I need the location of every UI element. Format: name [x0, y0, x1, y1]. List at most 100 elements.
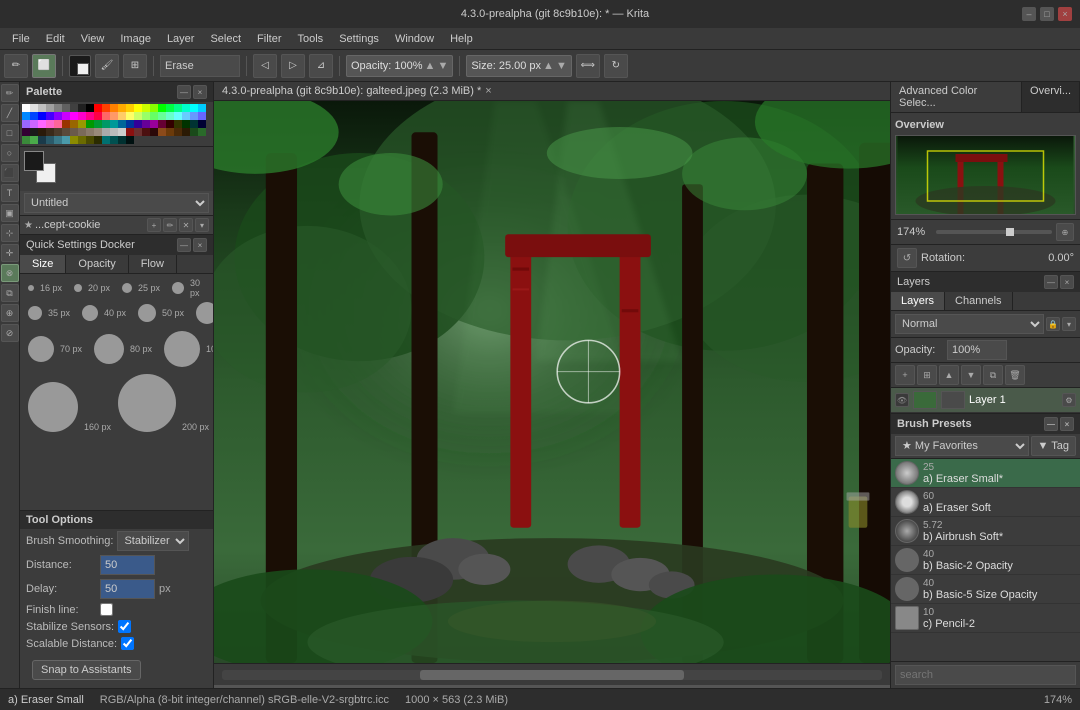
- color-swatch[interactable]: [118, 120, 126, 128]
- minimize-button[interactable]: –: [1022, 7, 1036, 21]
- brush-dot-25[interactable]: [122, 283, 132, 293]
- brush-dot-160[interactable]: [28, 382, 78, 432]
- color-swatch[interactable]: [22, 104, 30, 112]
- preset-eraser-soft[interactable]: 60 a) Eraser Soft: [891, 488, 1080, 517]
- color-swatch[interactable]: [158, 104, 166, 112]
- brush-set-delete-button[interactable]: ✕: [179, 218, 193, 232]
- tool-freehand[interactable]: ✏: [1, 84, 19, 102]
- color-swatch[interactable]: [174, 112, 182, 120]
- brush-dot-200[interactable]: [118, 374, 176, 432]
- color-swatch[interactable]: [150, 128, 158, 136]
- color-swatch[interactable]: [118, 136, 126, 144]
- color-swatch[interactable]: [142, 112, 150, 120]
- maximize-button[interactable]: □: [1040, 7, 1054, 21]
- color-swatch[interactable]: [182, 104, 190, 112]
- color-swatch[interactable]: [158, 112, 166, 120]
- color-swatch[interactable]: [54, 112, 62, 120]
- color-swatch[interactable]: [102, 128, 110, 136]
- color-swatch[interactable]: [22, 136, 30, 144]
- color-swatch[interactable]: [142, 120, 150, 128]
- color-swatch[interactable]: [182, 112, 190, 120]
- color-swatch[interactable]: [110, 112, 118, 120]
- mirror-h-button[interactable]: ⊿: [309, 54, 333, 78]
- opacity-control[interactable]: Opacity: 100% ▲ ▼: [346, 55, 453, 77]
- color-swatch[interactable]: [86, 112, 94, 120]
- brush-set-edit-button[interactable]: ✏: [163, 218, 177, 232]
- color-swatch[interactable]: [134, 120, 142, 128]
- color-swatch[interactable]: [46, 120, 54, 128]
- menu-settings[interactable]: Settings: [331, 31, 387, 47]
- layer-delete-button[interactable]: 🗑: [1005, 365, 1025, 385]
- palette-pin-button[interactable]: —: [177, 85, 191, 99]
- color-swatch[interactable]: [54, 128, 62, 136]
- close-button[interactable]: ×: [1058, 7, 1072, 21]
- color-swatch[interactable]: [198, 120, 206, 128]
- preset-basic2-opacity[interactable]: 40 b) Basic-2 Opacity: [891, 546, 1080, 575]
- color-swatch[interactable]: [174, 120, 182, 128]
- tool-ellipse[interactable]: ○: [1, 144, 19, 162]
- color-swatch[interactable]: [102, 120, 110, 128]
- brush-dot-100[interactable]: [164, 331, 200, 367]
- tool-freehand-button[interactable]: ✏: [4, 54, 28, 78]
- layer-group-button[interactable]: ⊞: [917, 365, 937, 385]
- size-spinner-up[interactable]: ▲: [543, 60, 554, 72]
- tool-options-header[interactable]: Tool Options: [20, 511, 213, 529]
- color-swatch[interactable]: [126, 136, 134, 144]
- menu-window[interactable]: Window: [387, 31, 442, 47]
- color-swatch[interactable]: [102, 112, 110, 120]
- color-swatch[interactable]: [46, 136, 54, 144]
- color-swatch[interactable]: [30, 104, 38, 112]
- color-swatch[interactable]: [182, 120, 190, 128]
- layers-pin-button[interactable]: —: [1044, 275, 1058, 289]
- color-swatch[interactable]: [126, 128, 134, 136]
- layer-lock-button[interactable]: 🔒: [1046, 317, 1060, 331]
- color-swatch[interactable]: [94, 120, 102, 128]
- tool-select[interactable]: ⊹: [1, 224, 19, 242]
- preset-eraser-small[interactable]: 25 a) Eraser Small*: [891, 459, 1080, 488]
- menu-filter[interactable]: Filter: [249, 31, 289, 47]
- color-swatch[interactable]: [70, 128, 78, 136]
- menu-layer[interactable]: Layer: [159, 31, 203, 47]
- quick-settings-close-button[interactable]: ×: [193, 238, 207, 252]
- color-swatch[interactable]: [78, 120, 86, 128]
- color-swatch[interactable]: [174, 104, 182, 112]
- tool-zoom[interactable]: ⊕: [1, 304, 19, 322]
- tool-gradient[interactable]: ▣: [1, 204, 19, 222]
- prev-preset-button[interactable]: ◁: [253, 54, 277, 78]
- color-swatch[interactable]: [70, 104, 78, 112]
- color-swatch[interactable]: [38, 104, 46, 112]
- brush-dot-50[interactable]: [138, 304, 156, 322]
- overview-thumbnail[interactable]: [895, 135, 1076, 215]
- layer-settings-button[interactable]: ⚙: [1062, 393, 1076, 407]
- tool-eraser-button[interactable]: ⬜: [32, 54, 56, 78]
- color-swatch[interactable]: [166, 104, 174, 112]
- delay-input[interactable]: [100, 579, 155, 599]
- color-swatch[interactable]: [86, 136, 94, 144]
- color-swatch[interactable]: [46, 128, 54, 136]
- tool-move[interactable]: ✛: [1, 244, 19, 262]
- mirror-canvas-button[interactable]: ⟺: [576, 54, 600, 78]
- color-swatch[interactable]: [86, 120, 94, 128]
- brush-dot-70[interactable]: [28, 336, 54, 362]
- tab-advanced-color[interactable]: Advanced Color Selec...: [891, 82, 1022, 112]
- menu-image[interactable]: Image: [112, 31, 159, 47]
- tool-crop[interactable]: ⧉: [1, 284, 19, 302]
- brush-dot-35[interactable]: [28, 306, 42, 320]
- brush-dot-16[interactable]: [28, 285, 34, 291]
- color-swatch[interactable]: [94, 128, 102, 136]
- layer-duplicate-button[interactable]: ⧉: [983, 365, 1003, 385]
- quick-settings-header[interactable]: Quick Settings Docker — ×: [20, 235, 213, 255]
- layer-add-button[interactable]: +: [895, 365, 915, 385]
- color-swatch[interactable]: [54, 136, 62, 144]
- color-swatch[interactable]: [54, 104, 62, 112]
- tool-line[interactable]: ╱: [1, 104, 19, 122]
- color-swatch[interactable]: [134, 104, 142, 112]
- tab-channels[interactable]: Channels: [945, 292, 1012, 310]
- color-swatch[interactable]: [46, 112, 54, 120]
- rotation-icon[interactable]: ↺: [897, 248, 917, 268]
- layer-up-button[interactable]: ▲: [939, 365, 959, 385]
- tool-rect[interactable]: □: [1, 124, 19, 142]
- color-swatch[interactable]: [78, 128, 86, 136]
- color-swatch[interactable]: [22, 120, 30, 128]
- color-swatch[interactable]: [22, 128, 30, 136]
